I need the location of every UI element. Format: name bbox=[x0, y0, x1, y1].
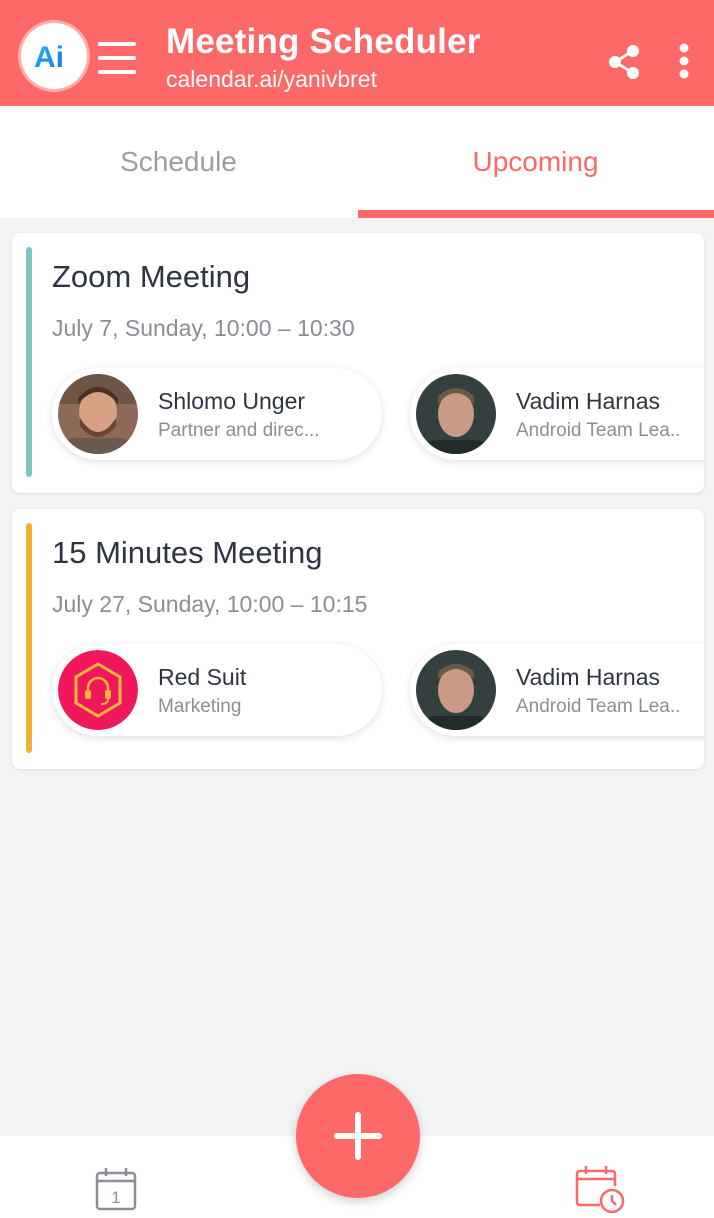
participant-name: Shlomo Unger bbox=[158, 388, 306, 414]
meeting-card[interactable]: 15 Minutes Meeting July 27, Sunday, 10:0… bbox=[12, 509, 704, 769]
meeting-color-bar bbox=[26, 247, 32, 477]
add-meeting-button[interactable] bbox=[296, 1074, 420, 1198]
participant-chip[interactable]: Vadim Harnas Android Team Lea.. bbox=[410, 368, 704, 460]
participant-role: Partner and direc... bbox=[158, 420, 320, 441]
participant-name: Vadim Harnas bbox=[516, 388, 661, 414]
avatar bbox=[416, 650, 496, 730]
calendar-day-number: 1 bbox=[111, 1188, 120, 1207]
tab-upcoming[interactable]: Upcoming bbox=[357, 106, 714, 218]
calendar-clock-icon[interactable] bbox=[574, 1164, 626, 1216]
tab-schedule[interactable]: Schedule bbox=[0, 106, 357, 218]
participant-name: Red Suit bbox=[158, 664, 247, 690]
app-title: Meeting Scheduler bbox=[166, 22, 481, 61]
participant-name: Vadim Harnas bbox=[516, 664, 661, 690]
app-logo[interactable]: Ai bbox=[21, 23, 87, 89]
participant-role: Android Team Lea.. bbox=[516, 420, 681, 441]
ai-logo-icon: Ai bbox=[34, 41, 64, 73]
avatar bbox=[416, 374, 496, 454]
hamburger-menu-icon[interactable] bbox=[98, 42, 138, 74]
calendar-icon[interactable]: 1 bbox=[94, 1166, 140, 1212]
meeting-time: July 7, Sunday, 10:00 – 10:30 bbox=[52, 315, 355, 341]
active-tab-indicator bbox=[358, 210, 714, 218]
app-bar: Ai Meeting Scheduler calendar.ai/yanivbr… bbox=[0, 0, 714, 106]
avatar bbox=[58, 650, 138, 730]
participant-role: Marketing bbox=[158, 696, 242, 717]
plus-icon bbox=[334, 1112, 382, 1160]
more-vertical-icon[interactable] bbox=[668, 42, 700, 82]
meeting-card[interactable]: Zoom Meeting July 7, Sunday, 10:00 – 10:… bbox=[12, 233, 704, 493]
participant-chip[interactable]: Vadim Harnas Android Team Lea.. bbox=[410, 644, 704, 736]
participant-chip[interactable]: Shlomo Unger Partner and direc... bbox=[52, 368, 382, 460]
participant-chip[interactable]: Red Suit Marketing bbox=[52, 644, 382, 736]
meeting-time: July 27, Sunday, 10:00 – 10:15 bbox=[52, 591, 368, 617]
logo-text: Ai bbox=[34, 41, 64, 73]
headset-icon bbox=[58, 650, 138, 730]
participant-role: Android Team Lea.. bbox=[516, 696, 681, 717]
tab-bar: Schedule Upcoming bbox=[0, 106, 714, 218]
meeting-color-bar bbox=[26, 523, 32, 753]
avatar bbox=[58, 374, 138, 454]
booking-link[interactable]: calendar.ai/yanivbret bbox=[166, 66, 377, 93]
meeting-title: 15 Minutes Meeting bbox=[52, 535, 323, 570]
meeting-title: Zoom Meeting bbox=[52, 259, 251, 294]
share-icon[interactable] bbox=[604, 42, 644, 82]
